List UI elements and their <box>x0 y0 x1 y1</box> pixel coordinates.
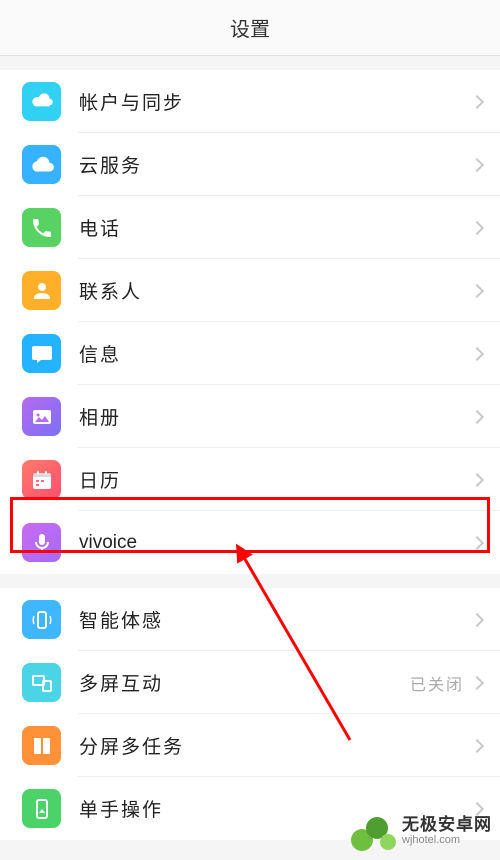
page-title: 设置 <box>230 13 270 42</box>
mic-icon <box>22 523 61 562</box>
chevron-right-icon <box>470 283 484 297</box>
cloud-icon <box>22 145 61 184</box>
calendar-icon <box>22 460 61 499</box>
device-motion-icon <box>22 600 61 639</box>
settings-row-cloud[interactable]: 云服务 <box>0 133 500 196</box>
chevron-right-icon <box>470 612 484 626</box>
row-label: 智能体感 <box>79 606 472 633</box>
watermark-title: 无极安卓网 <box>402 816 492 835</box>
multiscreen-icon <box>22 663 61 702</box>
row-label: vivoice <box>79 532 472 554</box>
chevron-right-icon <box>470 738 484 752</box>
watermark-logo-icon <box>350 808 396 854</box>
person-icon <box>22 271 61 310</box>
row-label: 云服务 <box>79 151 472 178</box>
chevron-right-icon <box>470 346 484 360</box>
split-icon <box>22 726 61 765</box>
row-label: 相册 <box>79 403 472 430</box>
row-label: 联系人 <box>79 277 472 304</box>
chevron-right-icon <box>470 535 484 549</box>
settings-row-gallery[interactable]: 相册 <box>0 385 500 448</box>
settings-row-vivoice[interactable]: vivoice <box>0 511 500 574</box>
settings-row-multiscreen[interactable]: 多屏互动已关闭 <box>0 651 500 714</box>
chevron-right-icon <box>470 220 484 234</box>
settings-row-messages[interactable]: 信息 <box>0 322 500 385</box>
row-label: 电话 <box>79 214 472 241</box>
chevron-right-icon <box>470 94 484 108</box>
hand-icon <box>22 789 61 828</box>
chevron-right-icon <box>470 409 484 423</box>
row-status: 已关闭 <box>410 671 464 695</box>
cloud-sync-icon <box>22 82 61 121</box>
row-label: 多屏互动 <box>79 669 410 696</box>
settings-section: 智能体感多屏互动已关闭分屏多任务单手操作 <box>0 588 500 840</box>
settings-row-splitscreen[interactable]: 分屏多任务 <box>0 714 500 777</box>
header: 设置 <box>0 0 500 56</box>
watermark: 无极安卓网 wjhotel.com <box>350 808 492 854</box>
chevron-right-icon <box>470 675 484 689</box>
phone-icon <box>22 208 61 247</box>
settings-row-phone[interactable]: 电话 <box>0 196 500 259</box>
settings-section: 帐户与同步云服务电话联系人信息相册日历 vivoice <box>0 70 500 574</box>
settings-row-calendar[interactable]: 日历 <box>0 448 500 511</box>
row-label: 日历 <box>79 466 472 493</box>
chevron-right-icon <box>470 157 484 171</box>
settings-row-account-sync[interactable]: 帐户与同步 <box>0 70 500 133</box>
watermark-url: wjhotel.com <box>402 834 492 846</box>
row-label: 帐户与同步 <box>79 88 472 115</box>
chat-icon <box>22 334 61 373</box>
settings-row-smart-motion[interactable]: 智能体感 <box>0 588 500 651</box>
row-label: 信息 <box>79 340 472 367</box>
chevron-right-icon <box>470 472 484 486</box>
row-label: 分屏多任务 <box>79 732 472 759</box>
settings-row-contacts[interactable]: 联系人 <box>0 259 500 322</box>
image-icon <box>22 397 61 436</box>
